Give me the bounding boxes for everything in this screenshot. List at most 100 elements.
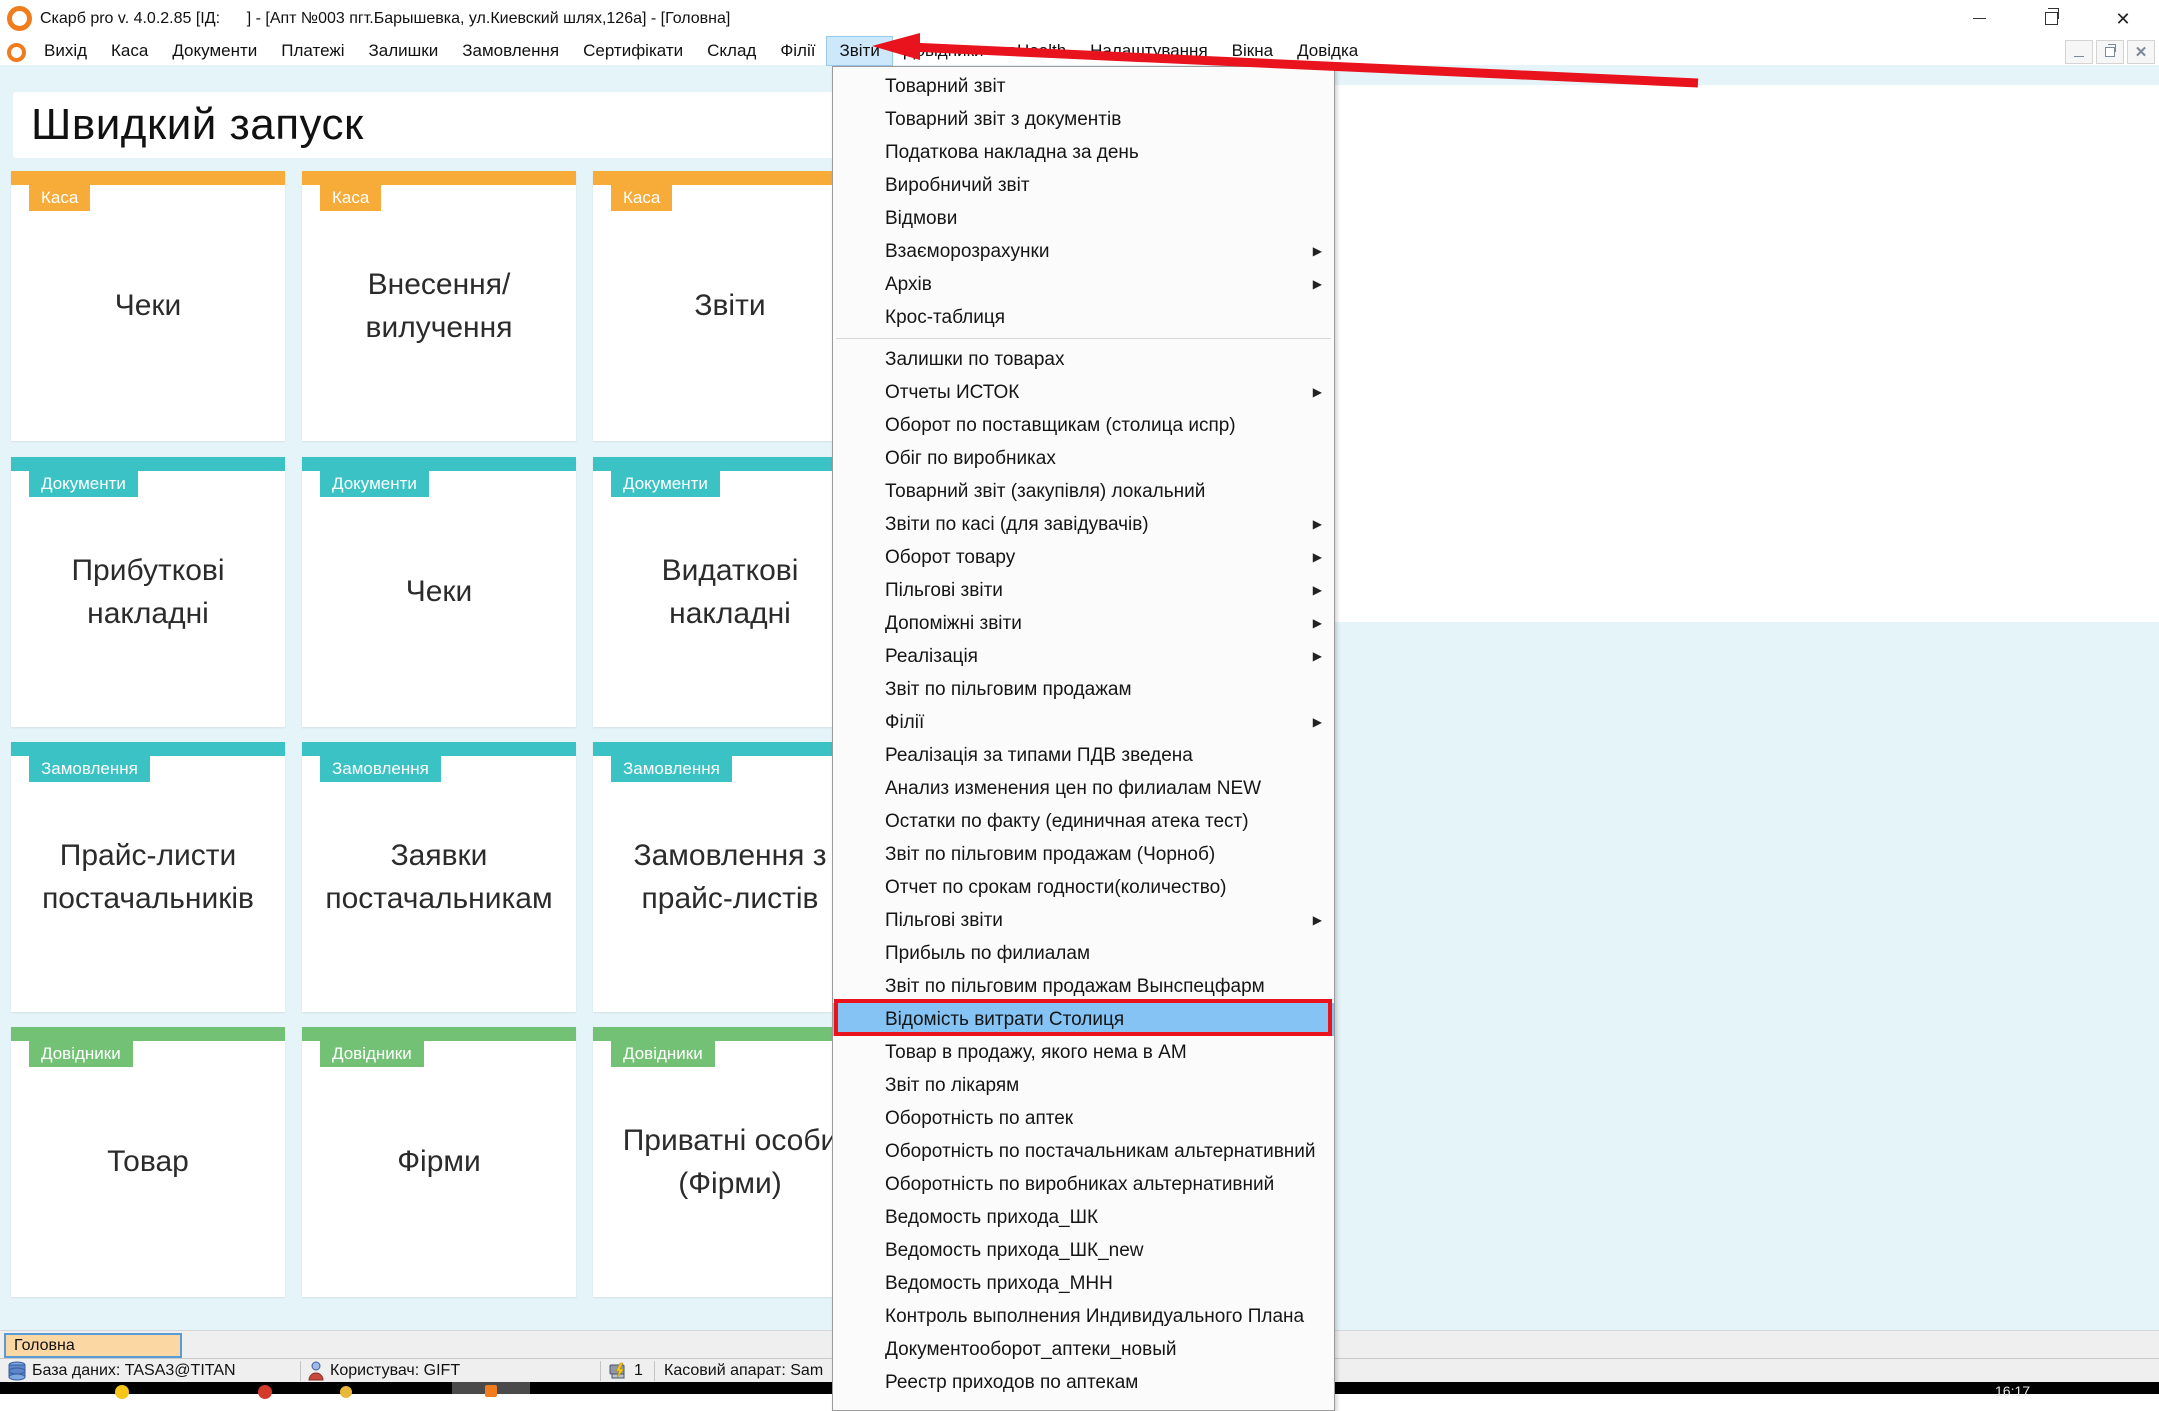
- menu-item-Документооборот_аптеки_новый[interactable]: Документооборот_аптеки_новый: [833, 1333, 1334, 1366]
- menu-item-Анализ изменения цен по филиалам NEW[interactable]: Анализ изменения цен по филиалам NEW: [833, 772, 1334, 805]
- taskbar-app-icon[interactable]: [340, 1386, 352, 1398]
- menu-item-Товарний звіт (закупівля) локальний[interactable]: Товарний звіт (закупівля) локальний: [833, 475, 1334, 508]
- menu-item-Реалізація[interactable]: Реалізація ▶: [833, 640, 1334, 673]
- menubar-item-Каса[interactable]: Каса: [99, 37, 160, 65]
- tile-Звіти[interactable]: Каса Звіти: [593, 171, 867, 441]
- mdi-restore-button[interactable]: [2096, 40, 2124, 64]
- menu-item-Оборотність по виробниках альтернативний[interactable]: Оборотність по виробниках альтернативний: [833, 1168, 1334, 1201]
- menubar-item-Замовлення[interactable]: Замовлення: [450, 37, 571, 65]
- menu-item-Допоміжні звіти[interactable]: Допоміжні звіти ▶: [833, 607, 1334, 640]
- menu-item-Ведомость прихода_МНН[interactable]: Ведомость прихода_МНН: [833, 1267, 1334, 1300]
- menu-item-Оборотність по аптек[interactable]: Оборотність по аптек: [833, 1102, 1334, 1135]
- tile-category-bar: [593, 171, 867, 185]
- menu-item-Звіти по касі (для завідувачів)[interactable]: Звіти по касі (для завідувачів) ▶: [833, 508, 1334, 541]
- menu-item-Звіт по пільговим продажам[interactable]: Звіт по пільговим продажам: [833, 673, 1334, 706]
- tile-category-bar: [11, 1027, 285, 1041]
- tile-Товар[interactable]: Довідники Товар: [11, 1027, 285, 1297]
- tile-Видаткові накладні[interactable]: Документи Видаткові накладні: [593, 457, 867, 727]
- tile-label: Чеки: [114, 289, 182, 323]
- window-minimize-button[interactable]: [1943, 0, 2015, 37]
- window-restore-button[interactable]: [2015, 0, 2087, 37]
- tile-Фірми[interactable]: Довідники Фірми: [302, 1027, 576, 1297]
- taskbar-app-icon[interactable]: [258, 1385, 272, 1399]
- tile-label: Прибуткові накладні: [71, 553, 225, 631]
- menu-item-Ведомость прихода_ШК_new[interactable]: Ведомость прихода_ШК_new: [833, 1234, 1334, 1267]
- menubar-item-Довідка[interactable]: Довідка: [1285, 37, 1370, 65]
- tile-label: Чеки: [405, 575, 473, 609]
- menubar-item-Документи[interactable]: Документи: [160, 37, 269, 65]
- menubar-item-Вікна[interactable]: Вікна: [1220, 37, 1285, 65]
- menu-item-Крос-таблиця[interactable]: Крос-таблиця: [833, 301, 1334, 334]
- statusbar-separator: [600, 1361, 601, 1381]
- tile-Внесення/вилучення[interactable]: Каса Внесення/вилучення: [302, 171, 576, 441]
- menu-item-Пільгові звіти[interactable]: Пільгові звіти ▶: [833, 574, 1334, 607]
- window-close-button[interactable]: ✕: [2087, 0, 2159, 37]
- menu-item-Оборотність по постачальникам альтернативний[interactable]: Оборотність по постачальникам альтернати…: [833, 1135, 1334, 1168]
- tile-Прайс-листи постачальників[interactable]: Замовлення Прайс-листи постачальників: [11, 742, 285, 1012]
- menu-item-Остатки по факту (единичная атека тест)[interactable]: Остатки по факту (единичная атека тест): [833, 805, 1334, 838]
- submenu-arrow-icon: ▶: [1312, 550, 1322, 564]
- tile-category-bar: [593, 457, 867, 471]
- tile-Прибуткові накладні[interactable]: Документи Прибуткові накладні: [11, 457, 285, 727]
- menu-item-Реалізація за типами ПДВ зведена[interactable]: Реалізація за типами ПДВ зведена: [833, 739, 1334, 772]
- menu-item-Товарний звіт з документів[interactable]: Товарний звіт з документів: [833, 103, 1334, 136]
- tile-Замовлення з прайс-листів[interactable]: Замовлення Замовлення з прайс-листів: [593, 742, 867, 1012]
- menubar-item-Філії[interactable]: Філії: [768, 37, 827, 65]
- menubar-item-Платежі[interactable]: Платежі: [269, 37, 356, 65]
- menu-item-Оборот по поставщикам (столица испр)[interactable]: Оборот по поставщикам (столица испр): [833, 409, 1334, 442]
- tile-Чеки[interactable]: Каса Чеки: [11, 171, 285, 441]
- menu-item-label: Анализ изменения цен по филиалам NEW: [885, 778, 1262, 799]
- menu-item-Ведомость прихода_ШК[interactable]: Ведомость прихода_ШК: [833, 1201, 1334, 1234]
- menu-item-label: Реалізація: [885, 646, 978, 667]
- menu-item-Архів[interactable]: Архів ▶: [833, 268, 1334, 301]
- menu-item-Пільгові звіти[interactable]: Пільгові звіти ▶: [833, 904, 1334, 937]
- menu-item-Реестр приходов по аптекам[interactable]: Реестр приходов по аптекам: [833, 1366, 1334, 1399]
- tab-golovna[interactable]: Головна: [4, 1333, 182, 1358]
- menu-item-label: Архів: [885, 274, 932, 295]
- menu-item-Відмови[interactable]: Відмови: [833, 202, 1334, 235]
- database-icon: [8, 1361, 26, 1381]
- app-logo-icon: [7, 6, 32, 31]
- mdi-minimize-button[interactable]: [2065, 40, 2093, 64]
- menu-item-Залишки по товарах[interactable]: Залишки по товарах: [833, 343, 1334, 376]
- menu-item-Податкова накладна за день[interactable]: Податкова накладна за день: [833, 136, 1334, 169]
- menu-item-Звіт по лікарям[interactable]: Звіт по лікарям: [833, 1069, 1334, 1102]
- page-title: Швидкий запуск: [31, 100, 364, 149]
- menubar-item-Вихід[interactable]: Вихід: [32, 37, 99, 65]
- menu-item-Обіг по виробниках[interactable]: Обіг по виробниках: [833, 442, 1334, 475]
- tile-Заявки постачальникам[interactable]: Замовлення Заявки постачальникам: [302, 742, 576, 1012]
- tile-Приватні особи (Фірми)[interactable]: Довідники Приватні особи (Фірми): [593, 1027, 867, 1297]
- menu-item-Контроль выполнения Индивидуального Плана[interactable]: Контроль выполнения Индивидуального План…: [833, 1300, 1334, 1333]
- menu-item-Отчет по срокам годности(количество)[interactable]: Отчет по срокам годности(количество): [833, 871, 1334, 904]
- taskbar-active-app[interactable]: [452, 1382, 530, 1397]
- menu-item-Оборот товару[interactable]: Оборот товару ▶: [833, 541, 1334, 574]
- menu-item-Прибыль по филиалам[interactable]: Прибыль по филиалам: [833, 937, 1334, 970]
- tile-category-badge: Каса: [611, 185, 673, 211]
- menu-item-Товарний звіт[interactable]: Товарний звіт: [833, 70, 1334, 103]
- tile-category-badge: Довідники: [611, 1041, 715, 1067]
- menubar-item-Сертифікати[interactable]: Сертифікати: [571, 37, 695, 65]
- menu-item-label: Отчеты ИСТОК: [885, 382, 1020, 403]
- menubar-item-Довідники[interactable]: Довідники: [892, 37, 996, 65]
- taskbar-app-icon[interactable]: [115, 1385, 129, 1399]
- menu-item-Товар в продажу, якого нема в АМ[interactable]: Товар в продажу, якого нема в АМ: [833, 1036, 1334, 1069]
- menu-item-label: Оборотність по виробниках альтернативний: [885, 1174, 1275, 1195]
- menubar-item-Залишки[interactable]: Залишки: [357, 37, 451, 65]
- menubar-item-Склад[interactable]: Склад: [695, 37, 768, 65]
- menu-item-Виробничий звіт[interactable]: Виробничий звіт: [833, 169, 1334, 202]
- menu-item-Філії[interactable]: Філії ▶: [833, 706, 1334, 739]
- menu-item-Звіт по пільговим продажам (Чорноб)[interactable]: Звіт по пільговим продажам (Чорноб): [833, 838, 1334, 871]
- statusbar-session-count: 1: [634, 1362, 643, 1379]
- menu-item-Отчеты ИСТОК[interactable]: Отчеты ИСТОК ▶: [833, 376, 1334, 409]
- menubar-item-eHealth[interactable]: eHealth: [996, 37, 1079, 65]
- statusbar-database: База даних: TASA3@TITAN: [32, 1362, 236, 1379]
- menu-separator: [836, 338, 1331, 339]
- menubar-item-Звіти[interactable]: Звіти: [826, 36, 893, 66]
- mdi-close-button[interactable]: ✕: [2127, 40, 2155, 64]
- menu-item-Взаєморозрахунки[interactable]: Взаєморозрахунки ▶: [833, 235, 1334, 268]
- menubar-item-Налаштування[interactable]: Налаштування: [1078, 37, 1220, 65]
- menu-item-label: Оборотність по постачальникам альтернати…: [885, 1141, 1316, 1162]
- tile-Чеки[interactable]: Документи Чеки: [302, 457, 576, 727]
- tile-category-badge: Каса: [320, 185, 382, 211]
- title-bar: Скарб pro v. 4.0.2.85 [ІД: ] - [Апт №003…: [0, 0, 2159, 37]
